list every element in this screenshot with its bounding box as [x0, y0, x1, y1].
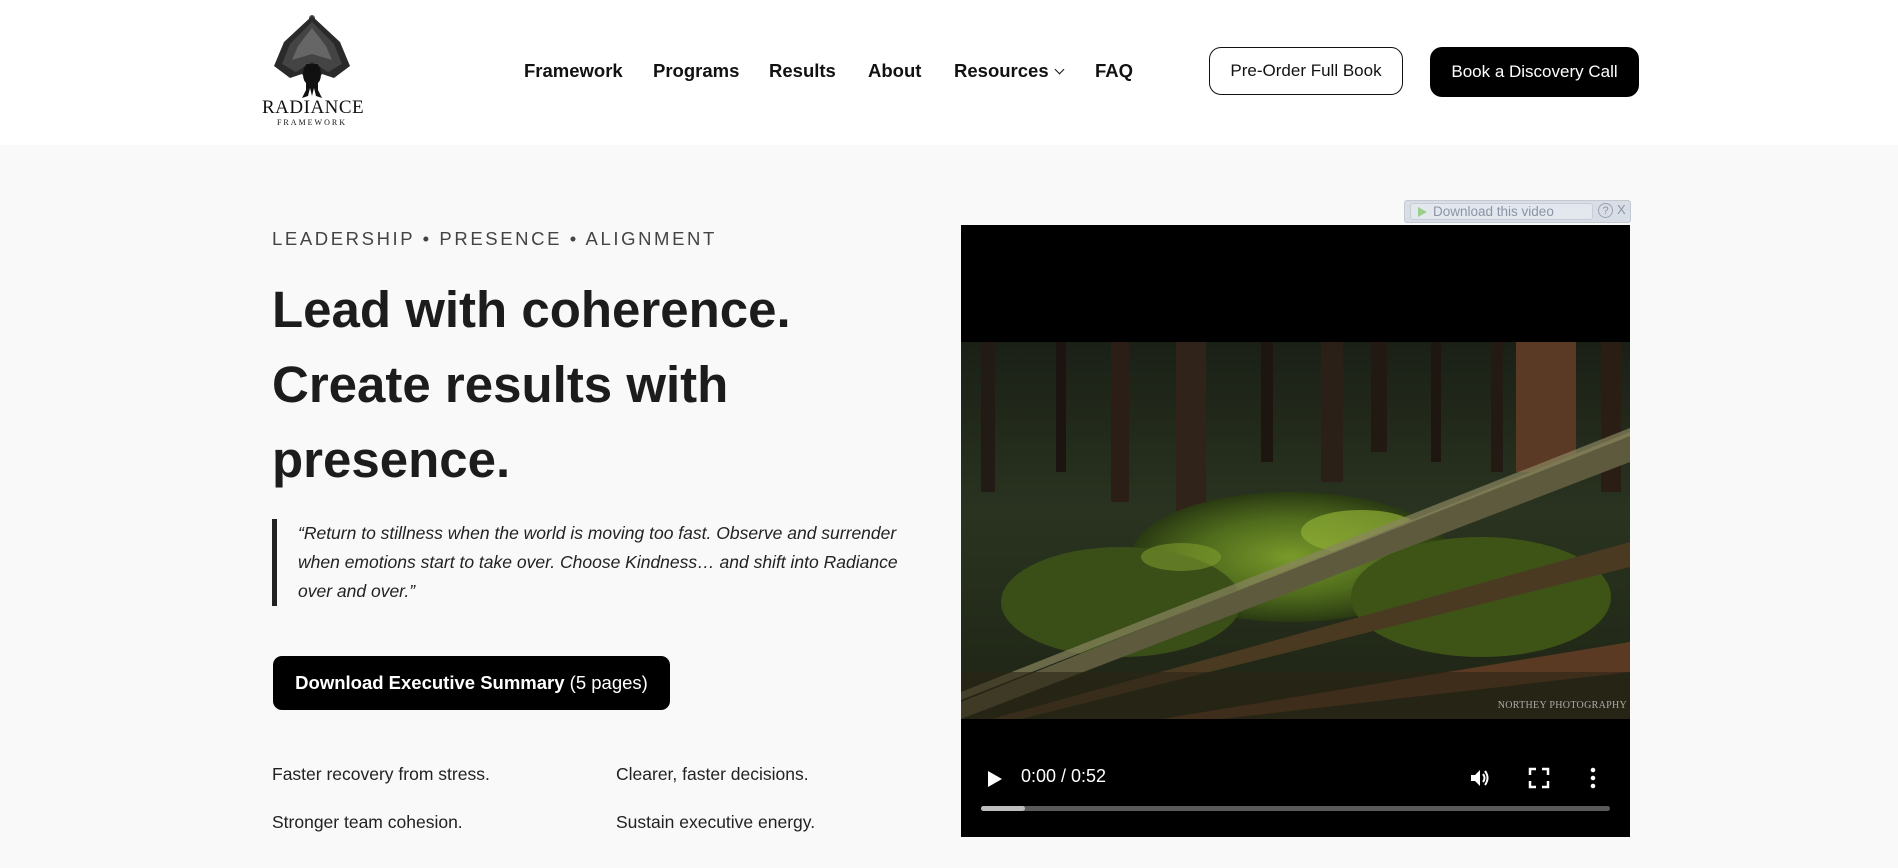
benefit-item: Stronger team cohesion.	[272, 812, 463, 832]
video-progress-fill	[981, 806, 1026, 811]
brand-subtitle: FRAMEWORK	[276, 118, 347, 127]
volume-icon[interactable]	[1468, 766, 1492, 790]
nav-faq[interactable]: FAQ	[1095, 60, 1133, 82]
nav-resources-label: Resources	[954, 60, 1049, 81]
benefit-item: Clearer, faster decisions.	[616, 764, 809, 784]
help-icon[interactable]: ?	[1598, 203, 1613, 218]
play-icon[interactable]	[986, 769, 1004, 789]
radiance-logo[interactable]: RADIANCE FRAMEWORK	[262, 12, 365, 137]
video-time: 0:00 / 0:52	[1021, 766, 1107, 786]
benefit-item: Faster recovery from stress.	[272, 764, 490, 784]
benefit-item: Sustain executive energy.	[616, 812, 816, 832]
nav-results[interactable]: Results	[769, 60, 836, 82]
close-icon[interactable]: X	[1617, 202, 1626, 217]
headline-line-1: Lead with coherence.	[272, 281, 791, 338]
photo-watermark: NORTHEY PHOTOGRAPHY	[1497, 700, 1627, 711]
download-summary-label: Download Executive Summary	[295, 672, 565, 693]
nav-resources[interactable]: Resources	[954, 60, 1065, 82]
hero-headline: Lead with coherence. Create results with…	[272, 272, 892, 497]
site-header: RADIANCE FRAMEWORK Framework Programs Re…	[0, 0, 1898, 145]
hero-eyebrow: LEADERSHIP • PRESENCE • ALIGNMENT	[272, 228, 717, 249]
headline-line-3: presence.	[272, 431, 511, 488]
play-icon	[1418, 207, 1427, 217]
discovery-call-button[interactable]: Book a Discovery Call	[1430, 47, 1639, 97]
tree-icon	[274, 15, 350, 98]
nav-about[interactable]: About	[868, 60, 921, 82]
nav-framework[interactable]: Framework	[524, 60, 623, 82]
download-video-button[interactable]: Download this video	[1410, 203, 1593, 220]
headline-line-2: Create results with	[272, 356, 729, 413]
download-video-label: Download this video	[1433, 204, 1554, 219]
download-summary-button[interactable]: Download Executive Summary (5 pages)	[273, 656, 670, 710]
nav-programs[interactable]: Programs	[653, 60, 739, 82]
forest-scene	[961, 342, 1630, 719]
preorder-button[interactable]: Pre-Order Full Book	[1209, 47, 1403, 95]
chevron-down-icon	[1054, 64, 1065, 75]
fullscreen-icon[interactable]	[1528, 767, 1550, 789]
brand-name: RADIANCE	[262, 97, 365, 118]
forest-video-frame[interactable]: NORTHEY PHOTOGRAPHY	[961, 342, 1630, 719]
more-options-icon[interactable]	[1588, 767, 1598, 789]
video-player[interactable]: NORTHEY PHOTOGRAPHY 0:00 / 0:52	[961, 225, 1630, 837]
video-progress-bar[interactable]	[981, 806, 1610, 811]
hero-quote: “Return to stillness when the world is m…	[272, 519, 932, 606]
video-download-bar: Download this video ? X	[1404, 200, 1631, 223]
download-summary-pages: (5 pages)	[564, 672, 648, 693]
